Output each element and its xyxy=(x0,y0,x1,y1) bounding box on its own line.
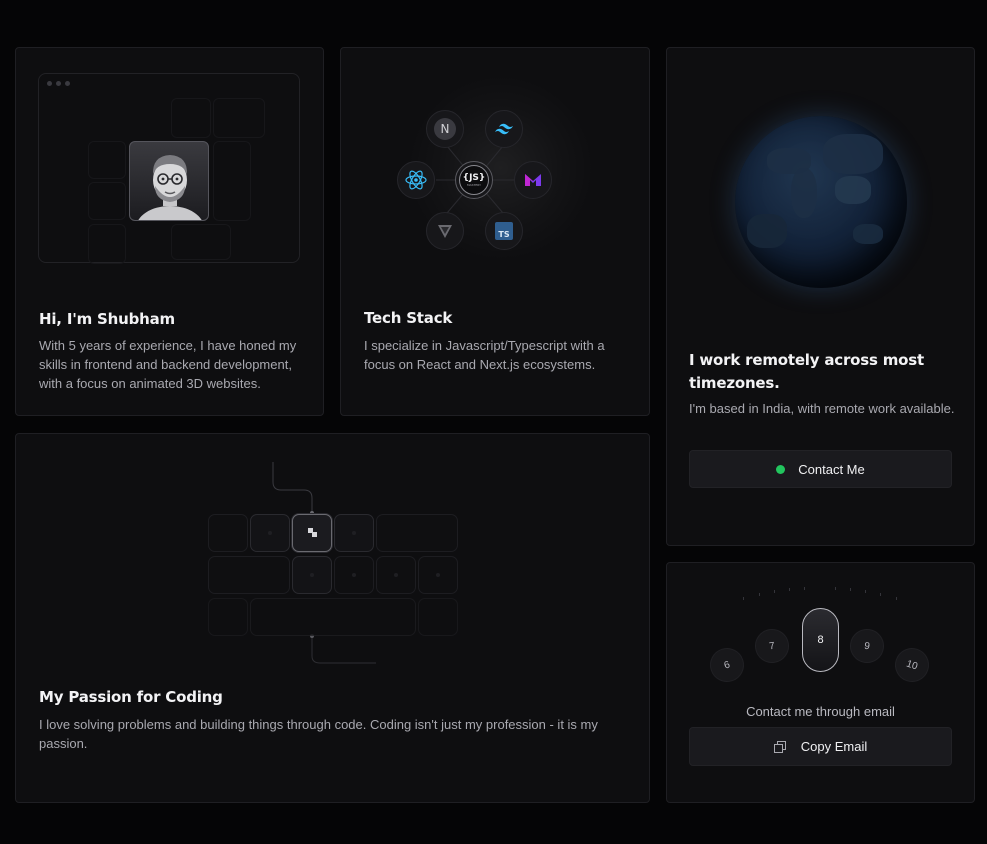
remote-work-card: I work remotely across most timezones. I… xyxy=(666,47,975,546)
dial-tick xyxy=(804,587,805,590)
grid-tile xyxy=(88,182,126,220)
circuit-lines xyxy=(272,462,376,664)
globe-icon[interactable] xyxy=(735,116,907,288)
active-key[interactable] xyxy=(292,514,332,552)
dial-tick xyxy=(774,590,775,593)
key xyxy=(208,598,248,636)
framer-icon xyxy=(514,161,552,199)
email-caption: Contact me through email xyxy=(746,704,895,719)
dial-number[interactable]: 6 xyxy=(705,643,749,687)
nextjs-label: N xyxy=(434,118,456,140)
tech-title: Tech Stack xyxy=(364,309,453,327)
key xyxy=(250,514,290,552)
dial-number[interactable]: 10 xyxy=(890,643,934,687)
dial-tick xyxy=(896,597,897,600)
remote-description: I'm based in India, with remote work ava… xyxy=(689,401,955,416)
copy-email-label: Copy Email xyxy=(800,739,868,754)
vite-icon xyxy=(426,212,464,250)
key xyxy=(208,514,248,552)
key xyxy=(334,556,374,594)
javascript-mastery-icon: {JS} MASTERY xyxy=(455,161,493,199)
dial-number[interactable]: 7 xyxy=(752,626,792,666)
dial-number[interactable]: 9 xyxy=(847,626,887,666)
copy-email-button[interactable]: Copy Email xyxy=(689,727,952,766)
js-mastery-sublabel: MASTERY xyxy=(467,183,481,187)
tech-connectors xyxy=(436,145,521,214)
dial-tick xyxy=(743,597,744,600)
grid-tile xyxy=(171,98,211,138)
passion-description: I love solving problems and building thi… xyxy=(39,717,598,751)
key xyxy=(376,514,458,552)
avatar xyxy=(129,141,209,221)
dial-tick xyxy=(789,588,790,591)
contact-me-button[interactable]: Contact Me xyxy=(689,450,952,488)
ts-label: TS xyxy=(498,230,510,239)
dial-tick xyxy=(880,593,881,596)
online-status-dot xyxy=(776,464,786,474)
intro-card: Hi, I'm Shubham With 5 years of experien… xyxy=(15,47,324,416)
tailwind-icon xyxy=(485,110,523,148)
key xyxy=(418,598,458,636)
grid-tile xyxy=(171,224,231,260)
js-mastery-label: {JS} xyxy=(462,173,486,183)
passion-title: My Passion for Coding xyxy=(39,688,223,706)
intro-description: With 5 years of experience, I have honed… xyxy=(39,338,297,391)
dial-tick xyxy=(835,587,836,590)
key xyxy=(208,556,290,594)
grid-tile xyxy=(88,141,126,179)
email-card: 6 7 8 9 10 Contact me through email Copy… xyxy=(666,562,975,803)
memoji-icon xyxy=(138,155,202,220)
window-dot xyxy=(47,81,52,86)
window-dot xyxy=(56,81,61,86)
key xyxy=(418,556,458,594)
intro-title: Hi, I'm Shubham xyxy=(39,310,175,328)
key xyxy=(334,514,374,552)
grid-tile xyxy=(213,98,265,138)
remote-title: I work remotely across most timezones. xyxy=(689,351,924,392)
tech-description: I specialize in Javascript/Typescript wi… xyxy=(364,338,605,372)
copy-icon xyxy=(773,740,786,753)
passion-card: My Passion for Coding I love solving pro… xyxy=(15,433,650,803)
grid-tile xyxy=(213,141,251,221)
tech-stack-card: N {JS} MASTERY TS Tech Stack I specializ… xyxy=(340,47,650,416)
contact-me-label: Contact Me xyxy=(798,461,865,477)
dial-tick xyxy=(759,593,760,596)
key xyxy=(376,556,416,594)
dial-number-selected[interactable]: 8 xyxy=(802,608,839,672)
typescript-icon: TS xyxy=(485,212,523,250)
spacebar-key xyxy=(250,598,416,636)
dial-tick xyxy=(865,590,866,593)
grid-tile xyxy=(88,224,126,264)
key xyxy=(292,556,332,594)
dial-tick xyxy=(850,588,851,591)
react-icon xyxy=(397,161,435,199)
window-dot xyxy=(65,81,70,86)
nextjs-icon: N xyxy=(426,110,464,148)
